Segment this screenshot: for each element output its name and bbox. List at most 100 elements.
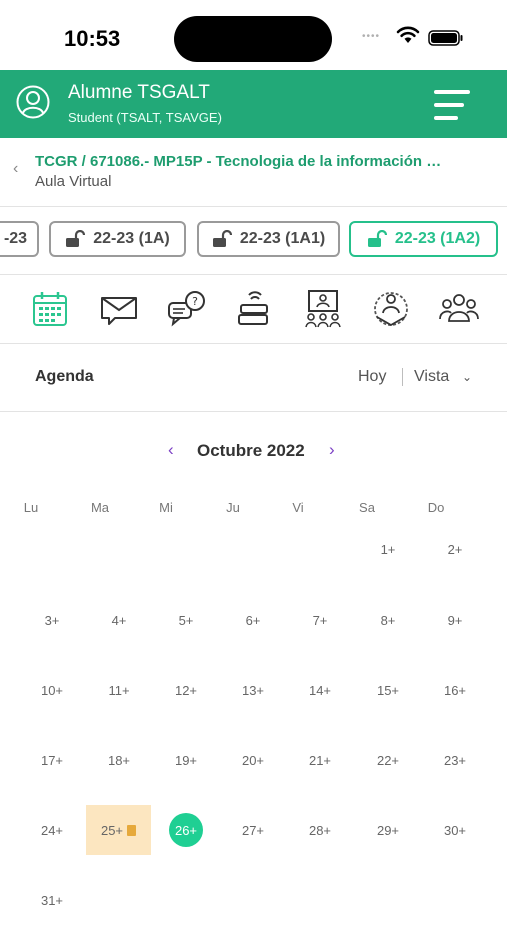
weekday-label: Vi bbox=[292, 500, 304, 515]
calendar-day[interactable]: 19+ bbox=[153, 735, 219, 785]
calendar-day-number: 17+ bbox=[40, 752, 64, 768]
calendar-day-number: 9+ bbox=[447, 612, 463, 628]
svg-text:?: ? bbox=[192, 295, 198, 308]
calendar-day[interactable]: 13+ bbox=[220, 665, 286, 715]
previous-month-icon[interactable]: ‹ bbox=[168, 440, 174, 460]
agenda-bar: Agenda Hoy Vista ⌄ bbox=[0, 344, 507, 412]
calendar-day[interactable]: 18+ bbox=[86, 735, 152, 785]
calendar-day-number: 13+ bbox=[241, 682, 265, 698]
classroom-icon[interactable] bbox=[303, 289, 343, 329]
calendar-day[interactable]: 17+ bbox=[19, 735, 85, 785]
calendar-day-number: 31+ bbox=[40, 892, 64, 908]
clock: 10:53 bbox=[64, 26, 121, 51]
calendar-day-number: 21+ bbox=[308, 752, 332, 768]
today-button[interactable]: Hoy bbox=[358, 368, 386, 386]
weekday-label: Mi bbox=[159, 500, 173, 515]
calendar-day-number: 29+ bbox=[376, 822, 400, 838]
app-header: Alumne TSGALT Student (TSALT, TSAVGE) bbox=[0, 70, 507, 138]
calendar-day[interactable]: 14+ bbox=[287, 665, 353, 715]
group-chip-active[interactable]: 22-23 (1A2) bbox=[349, 221, 498, 257]
group-chip[interactable]: 22-23 (1A) bbox=[49, 221, 186, 257]
back-chevron-icon[interactable]: ‹ bbox=[13, 160, 18, 178]
unlock-icon bbox=[212, 230, 232, 247]
calendar-day-number: 14+ bbox=[308, 682, 332, 698]
weekday-label: Sa bbox=[359, 500, 375, 515]
wifi-icon bbox=[396, 26, 420, 43]
calendar-day[interactable]: 11+ bbox=[86, 665, 152, 715]
calendar-day-number: 23+ bbox=[443, 752, 467, 768]
calendar-day[interactable]: 31+ bbox=[19, 875, 85, 925]
calendar-day[interactable]: 16+ bbox=[422, 665, 488, 715]
calendar-day[interactable]: 20+ bbox=[220, 735, 286, 785]
calendar-day-number: 26+ bbox=[169, 813, 203, 847]
calendar-day[interactable]: 12+ bbox=[153, 665, 219, 715]
weekday-label: Ju bbox=[226, 500, 240, 515]
view-dropdown[interactable]: Vista bbox=[414, 368, 449, 386]
calendar-day-number: 5+ bbox=[178, 612, 194, 628]
next-month-icon[interactable]: › bbox=[329, 440, 335, 460]
group-chip[interactable]: 22-23 (1A1) bbox=[197, 221, 340, 257]
calendar-day-number: 16+ bbox=[443, 682, 467, 698]
calendar-day[interactable]: 2+ bbox=[422, 524, 488, 574]
calendar-day[interactable]: 6+ bbox=[220, 595, 286, 645]
calendar-day-number: 6+ bbox=[245, 612, 261, 628]
battery-icon bbox=[428, 30, 463, 46]
calendar-day[interactable]: 4+ bbox=[86, 595, 152, 645]
calendar-day[interactable]: 5+ bbox=[153, 595, 219, 645]
month-label: Octubre 2022 bbox=[197, 441, 305, 460]
calendar-day-number: 20+ bbox=[241, 752, 265, 768]
breadcrumb: ‹ TCGR / 671086.- MP15P - Tecnologia de … bbox=[0, 138, 507, 207]
calendar-day-number: 30+ bbox=[443, 822, 467, 838]
course-title[interactable]: TCGR / 671086.- MP15P - Tecnologia de la… bbox=[35, 153, 485, 170]
calendar-day-number: 27+ bbox=[241, 822, 265, 838]
forum-icon[interactable]: ? bbox=[167, 289, 207, 329]
weekday-label: Ma bbox=[90, 500, 110, 515]
calendar-day-number: 11+ bbox=[108, 682, 130, 698]
calendar-day-number: 7+ bbox=[312, 612, 328, 628]
month-navigation: ‹ Octubre 2022 › bbox=[0, 438, 507, 464]
mail-icon[interactable] bbox=[99, 289, 139, 329]
module-toolbar: ? bbox=[0, 275, 507, 344]
calendar-day-number: 28+ bbox=[308, 822, 332, 838]
calendar-day[interactable]: 24+ bbox=[19, 805, 85, 855]
group-chip[interactable]: -23 bbox=[0, 221, 39, 257]
calendar-day-number: 22+ bbox=[376, 752, 400, 768]
calendar-day[interactable]: 3+ bbox=[19, 595, 85, 645]
calendar-day[interactable]: 7+ bbox=[287, 595, 353, 645]
calendar-day-number: 15+ bbox=[376, 682, 400, 698]
calendar-day[interactable]: 21+ bbox=[287, 735, 353, 785]
group-icon[interactable] bbox=[439, 289, 479, 329]
event-note-icon bbox=[127, 824, 137, 836]
weekday-label: Do bbox=[427, 500, 445, 515]
hamburger-menu-icon[interactable] bbox=[434, 90, 470, 122]
calendar-day[interactable]: 28+ bbox=[287, 805, 353, 855]
status-bar: 10:53 •••• bbox=[0, 0, 507, 70]
calendar-day[interactable]: 8+ bbox=[355, 595, 421, 645]
books-icon[interactable] bbox=[235, 289, 275, 329]
calendar-icon[interactable] bbox=[30, 289, 70, 329]
user-role: Student (TSALT, TSAVGE) bbox=[68, 110, 222, 125]
teacher-icon[interactable] bbox=[371, 289, 411, 329]
signal-icon: •••• bbox=[362, 31, 381, 42]
calendar-day[interactable]: 30+ bbox=[422, 805, 488, 855]
calendar-day[interactable]: 23+ bbox=[422, 735, 488, 785]
calendar-day-number: 8+ bbox=[380, 612, 396, 628]
avatar[interactable] bbox=[16, 85, 50, 119]
calendar-day[interactable]: 27+ bbox=[220, 805, 286, 855]
calendar-day[interactable]: 22+ bbox=[355, 735, 421, 785]
calendar-day[interactable]: 1+ bbox=[355, 524, 421, 574]
calendar-day[interactable]: 29+ bbox=[355, 805, 421, 855]
chevron-down-icon[interactable]: ⌄ bbox=[462, 370, 472, 384]
calendar-day[interactable]: 25+ bbox=[86, 805, 151, 855]
calendar-day[interactable]: 26+ bbox=[153, 805, 219, 855]
weekday-label: Lu bbox=[23, 500, 39, 515]
unlock-icon bbox=[367, 230, 387, 247]
unlock-icon bbox=[66, 230, 86, 247]
agenda-title: Agenda bbox=[35, 368, 94, 385]
group-chip-label: 22-23 (1A2) bbox=[394, 230, 481, 247]
calendar-day[interactable]: 15+ bbox=[355, 665, 421, 715]
calendar-day[interactable]: 10+ bbox=[19, 665, 85, 715]
calendar-day[interactable]: 9+ bbox=[422, 595, 488, 645]
group-chip-label: 22-23 (1A) bbox=[93, 230, 170, 247]
calendar-day-number: 12+ bbox=[174, 682, 198, 698]
